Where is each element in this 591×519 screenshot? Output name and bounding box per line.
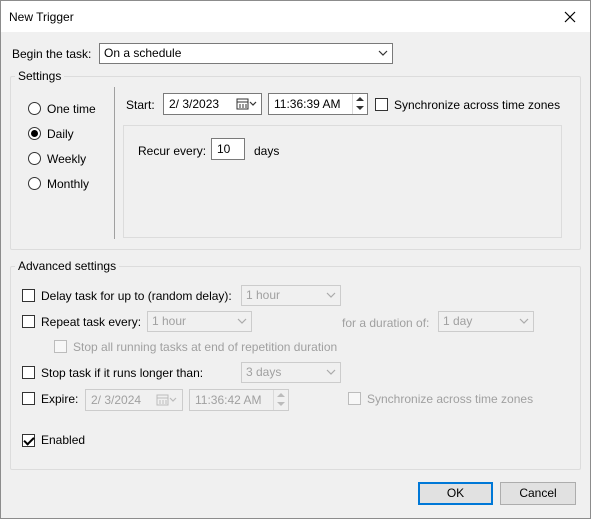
settings-separator [114, 87, 115, 239]
expire-sync-label: Synchronize across time zones [367, 392, 534, 406]
repeat-task-label: Repeat task every: [41, 315, 142, 329]
begin-task-label: Begin the task: [12, 47, 92, 61]
chevron-down-icon [237, 318, 247, 324]
expire-date-value: 2/ 3/2024 [91, 393, 142, 407]
radio-daily-label: Daily [47, 127, 74, 141]
repeat-task-dropdown[interactable]: 1 hour [147, 311, 252, 332]
stop-all-tasks-label: Stop all running tasks at end of repetit… [73, 340, 338, 354]
sync-timezones-label: Synchronize across time zones [394, 98, 561, 112]
chevron-down-icon [378, 50, 388, 56]
radio-one-time[interactable] [28, 102, 41, 115]
expire-time-value: 11:36:42 AM [195, 393, 262, 407]
repeat-task-value: 1 hour [152, 314, 187, 328]
start-date-value: 2/ 3/2023 [169, 97, 220, 111]
radio-one-time-label: One time [47, 102, 96, 116]
duration-value: 1 day [443, 314, 473, 328]
recur-every-value: 10 [217, 142, 231, 156]
expire-sync-checkbox[interactable] [348, 392, 361, 405]
stop-longer-checkbox[interactable] [22, 366, 35, 379]
calendar-dropdown-icon [156, 394, 177, 406]
begin-task-dropdown[interactable]: On a schedule [99, 43, 393, 64]
stop-longer-value: 3 days [246, 365, 282, 379]
duration-dropdown[interactable]: 1 day [438, 311, 534, 332]
title-bar: New Trigger [1, 1, 590, 32]
expire-checkbox[interactable] [22, 392, 35, 405]
begin-task-value: On a schedule [104, 46, 182, 60]
chevron-down-icon [326, 369, 336, 375]
close-button[interactable] [554, 3, 586, 31]
recur-unit-label: days [254, 144, 280, 158]
expire-time-field[interactable]: 11:36:42 AM [189, 389, 289, 411]
recurrence-panel [123, 125, 562, 238]
advanced-settings-title: Advanced settings [15, 259, 120, 273]
close-icon [564, 11, 576, 23]
new-trigger-dialog: New Trigger Begin the task: On a schedul… [0, 0, 591, 519]
expire-date-picker[interactable]: 2/ 3/2024 [85, 389, 183, 411]
stop-longer-label: Stop task if it runs longer than: [41, 366, 204, 380]
window-title: New Trigger [9, 10, 74, 24]
delay-task-label: Delay task for up to (random delay): [41, 289, 232, 303]
recur-every-label: Recur every: [138, 144, 207, 158]
chevron-down-icon [519, 318, 529, 324]
expire-time-spinner[interactable] [273, 390, 288, 410]
sync-timezones-checkbox[interactable] [375, 98, 388, 111]
radio-weekly[interactable] [28, 152, 41, 165]
radio-weekly-label: Weekly [47, 152, 87, 166]
delay-task-checkbox[interactable] [22, 289, 35, 302]
start-date-picker[interactable]: 2/ 3/2023 [163, 93, 262, 115]
ok-button[interactable]: OK [418, 482, 493, 505]
start-time-value: 11:36:39 AM [274, 97, 341, 111]
delay-task-dropdown[interactable]: 1 hour [241, 285, 341, 306]
chevron-down-icon [326, 292, 336, 298]
start-time-field[interactable]: 11:36:39 AM [268, 93, 368, 115]
delay-task-value: 1 hour [246, 288, 281, 302]
radio-daily[interactable] [28, 127, 41, 140]
settings-group-title: Settings [15, 69, 65, 83]
expire-label: Expire: [41, 392, 79, 406]
repeat-task-checkbox[interactable] [22, 315, 35, 328]
duration-label: for a duration of: [342, 316, 430, 330]
enabled-label: Enabled [41, 433, 86, 447]
stop-longer-dropdown[interactable]: 3 days [241, 362, 341, 383]
start-time-spinner[interactable] [352, 94, 367, 114]
calendar-dropdown-icon [236, 98, 257, 110]
enabled-checkbox[interactable] [22, 434, 35, 447]
stop-all-tasks-checkbox[interactable] [54, 340, 67, 353]
cancel-button[interactable]: Cancel [500, 482, 576, 505]
radio-monthly[interactable] [28, 177, 41, 190]
recur-every-input[interactable]: 10 [211, 138, 245, 160]
radio-monthly-label: Monthly [47, 177, 90, 191]
start-label: Start: [126, 98, 155, 112]
